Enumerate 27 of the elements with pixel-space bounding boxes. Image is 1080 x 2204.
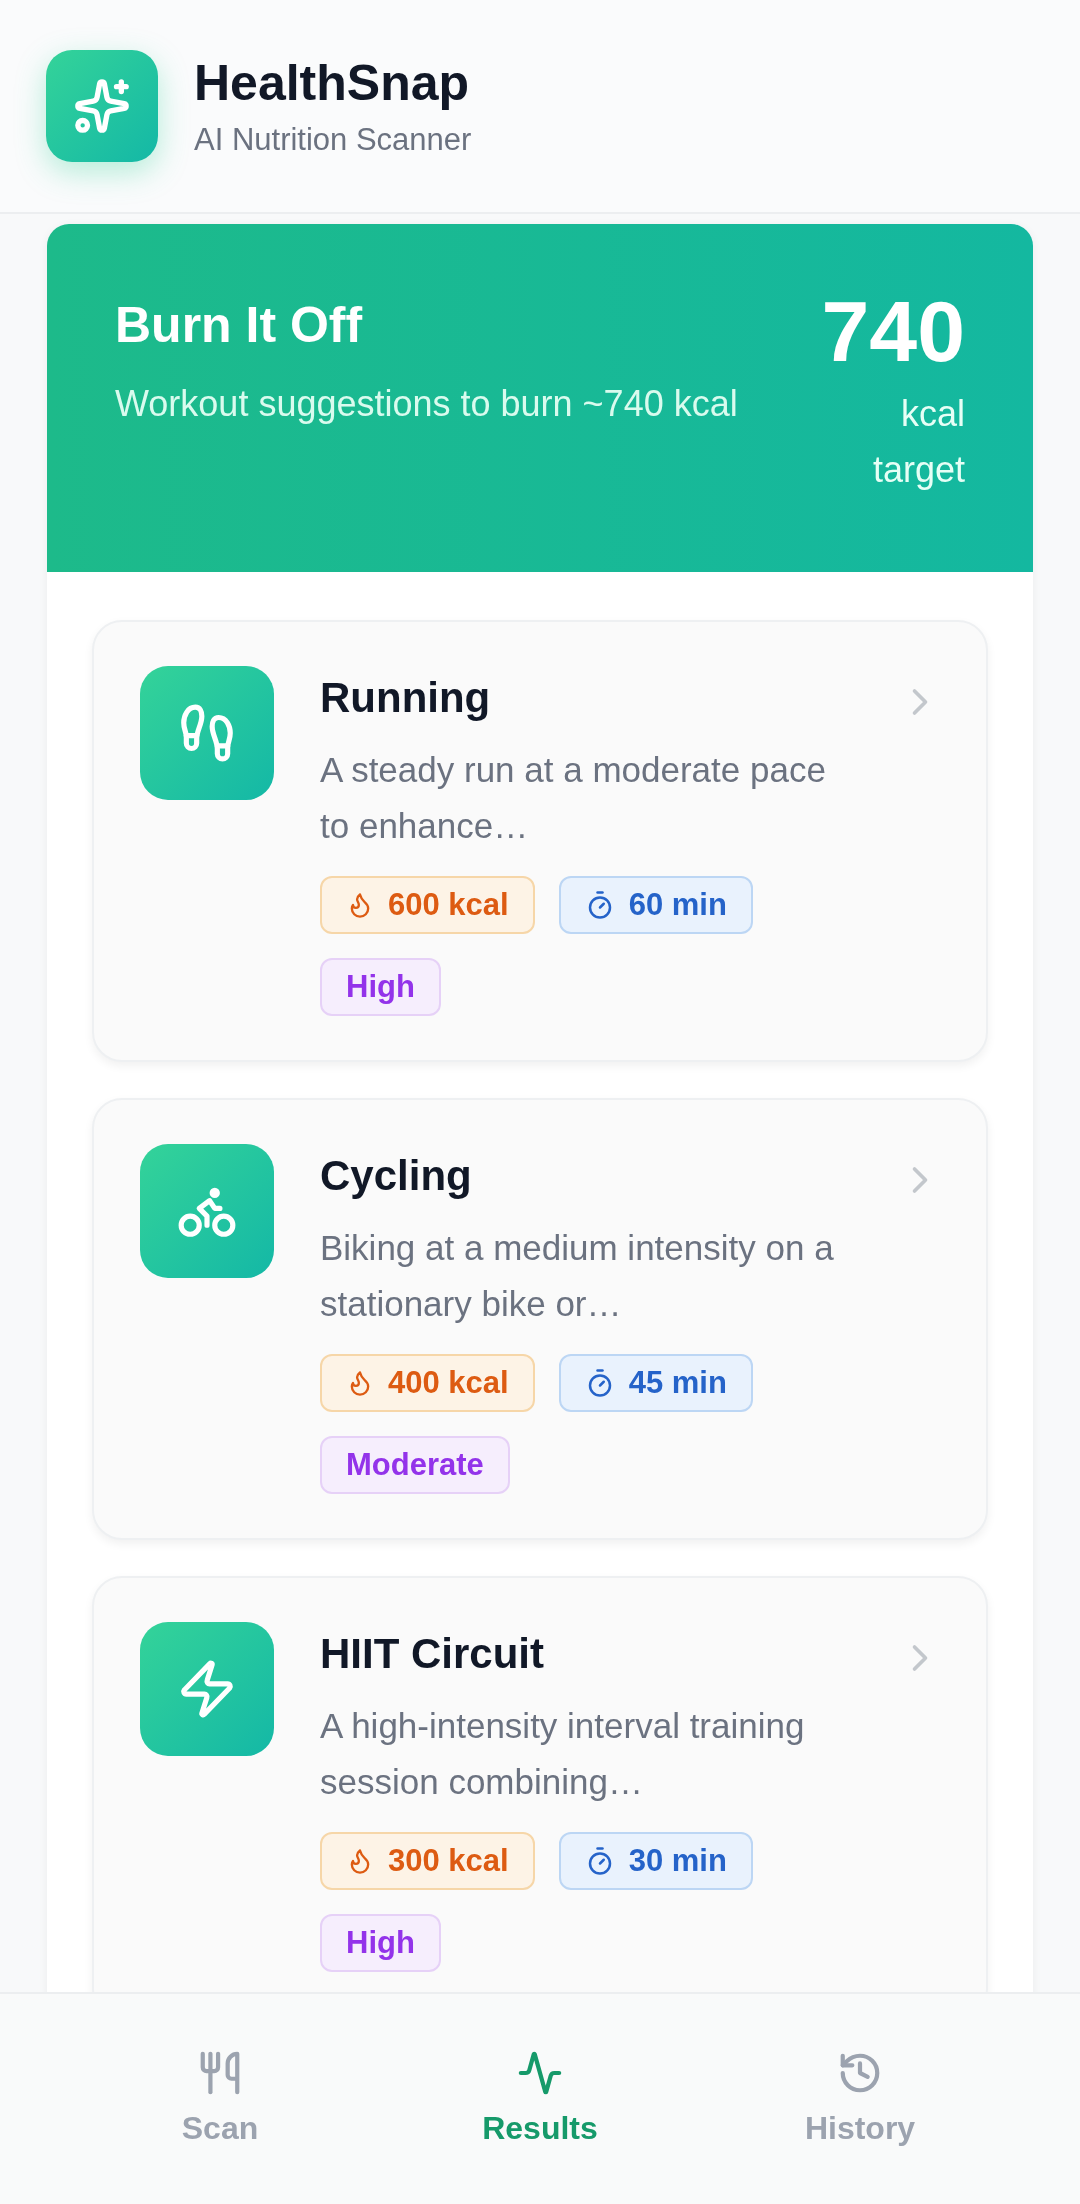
workout-name: Running xyxy=(320,674,492,722)
target-caption: target xyxy=(872,448,965,492)
workout-description: Biking at a medium intensity on a stationary bike or… xyxy=(320,1227,835,1325)
workout-name: HIIT Circuit xyxy=(320,1630,545,1678)
hero-subtitle: Workout suggestions to burn ~740 kcal xyxy=(115,382,739,426)
calorie-unit: kcal xyxy=(900,392,965,436)
workout-card[interactable]: Running A steady run at a moderate pace to enhance… 600 kcal 60 min High xyxy=(92,620,988,1062)
app-subtitle: AI Nutrition Scanner xyxy=(194,122,472,158)
pulse-icon xyxy=(517,2050,563,2096)
workout-description: A high-intensity interval training session combining… xyxy=(320,1705,806,1803)
workout-name: Cycling xyxy=(320,1152,473,1200)
calories-badge: 300 kcal xyxy=(320,1832,535,1890)
calories-badge: 600 kcal xyxy=(320,876,535,934)
intensity-badge: Moderate xyxy=(320,1436,510,1494)
calories-badge: 400 kcal xyxy=(320,1354,535,1412)
duration-badge: 30 min xyxy=(558,1832,753,1890)
workout-card[interactable]: HIIT Circuit A high-intensity interval training session combining… 300 kcal 30 min High xyxy=(92,1576,988,1992)
workout-description: A steady run at a moderate pace to enhance… xyxy=(320,749,827,847)
workout-card[interactable]: Cycling Biking at a medium intensity on a stationary bike or… 400 kcal 45 min Moderate xyxy=(92,1098,988,1540)
duration-badge: 60 min xyxy=(558,876,753,934)
intensity-badge: High xyxy=(320,1914,441,1972)
hero-title: Burn It Off xyxy=(115,296,364,354)
sparkle-icon xyxy=(73,77,131,135)
app-title: HealthSnap xyxy=(194,54,471,112)
duration-badge: 45 min xyxy=(558,1354,753,1412)
intensity-badge: High xyxy=(320,958,441,1016)
calorie-target: 740 xyxy=(821,282,965,381)
